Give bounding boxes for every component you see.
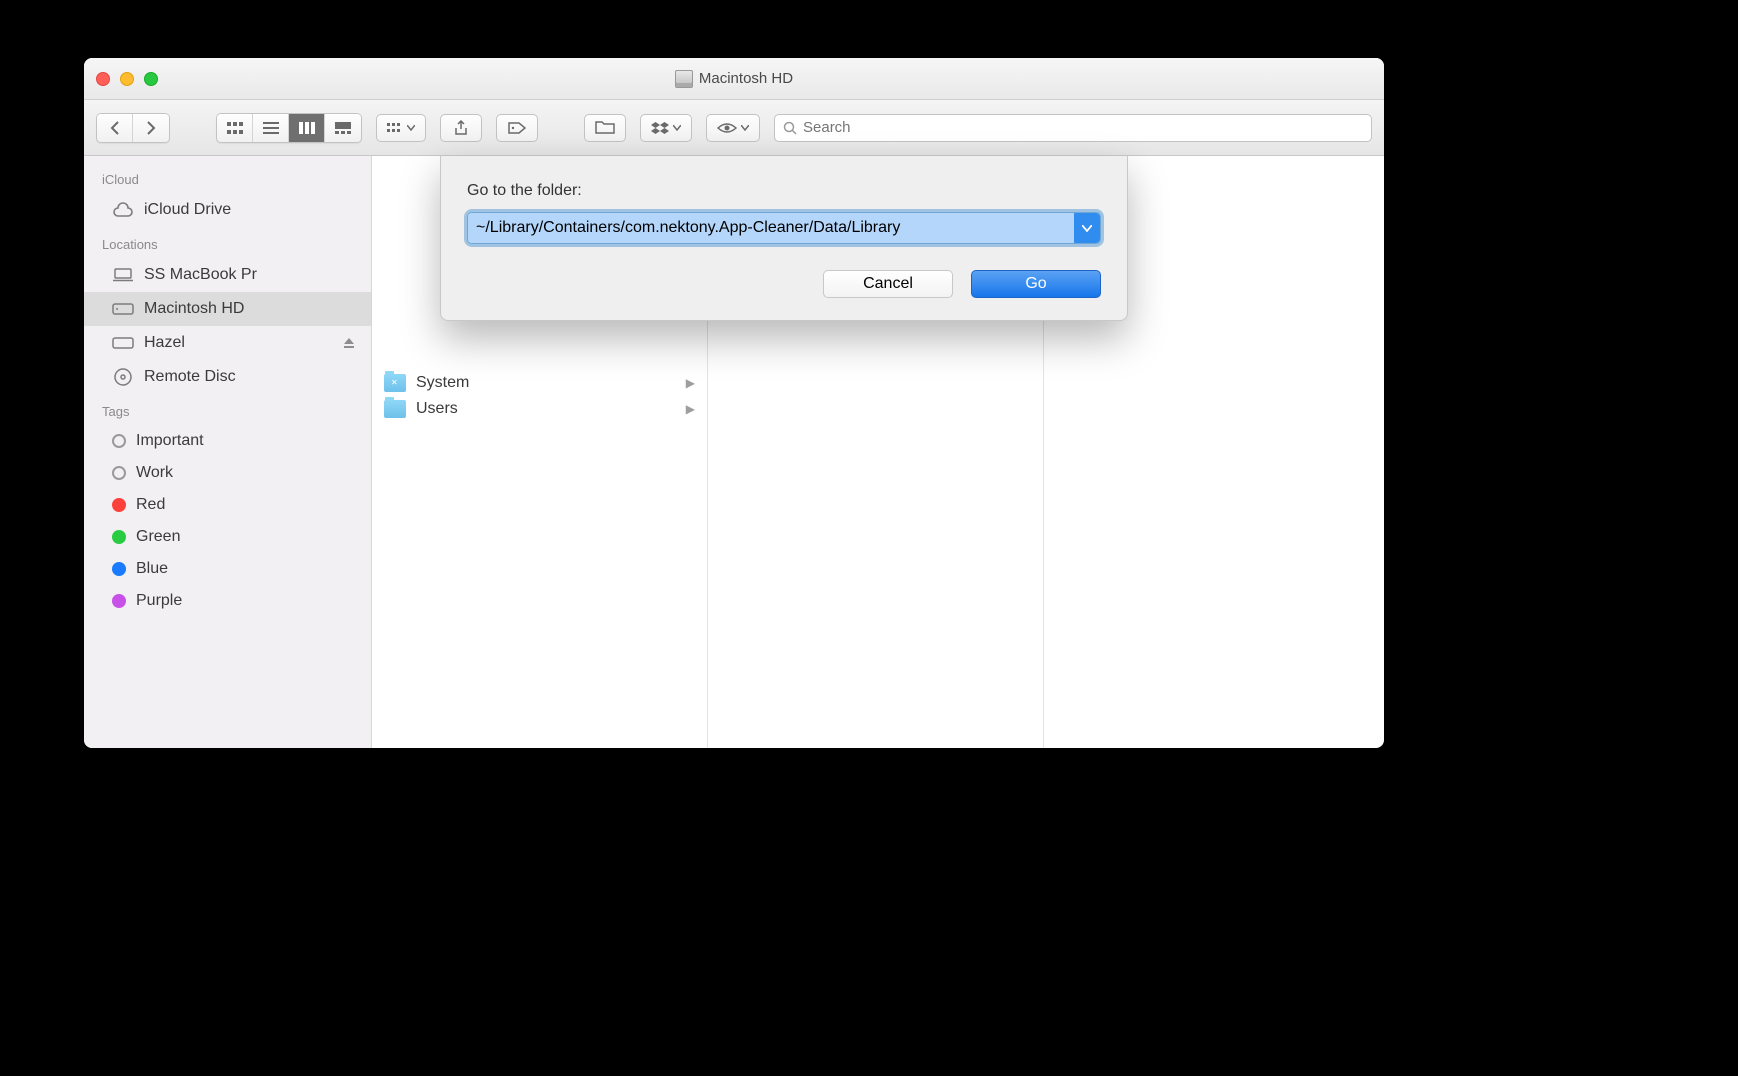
tag-purple-icon: [112, 594, 126, 608]
tag-circle-icon: [112, 434, 126, 448]
window-title: Macintosh HD: [84, 70, 1384, 88]
traffic-lights: [96, 72, 158, 86]
sidebar-item-label: Important: [136, 432, 204, 450]
folder-row-users[interactable]: Users ▶: [372, 396, 707, 422]
tag-circle-icon: [112, 466, 126, 480]
laptop-icon: [112, 265, 134, 285]
arrange-icon: [387, 123, 403, 133]
dialog-buttons: Cancel Go: [467, 270, 1101, 298]
minimize-button[interactable]: [120, 72, 134, 86]
disk-icon: [112, 299, 134, 319]
path-dropdown-button[interactable]: [1074, 213, 1100, 243]
cloud-icon: [112, 200, 134, 220]
go-to-folder-dialog: Go to the folder: Cancel Go: [440, 156, 1128, 321]
tag-blue-icon: [112, 562, 126, 576]
search-icon: [783, 121, 797, 135]
grid-icon: [227, 122, 243, 134]
arrange-button[interactable]: [376, 114, 426, 142]
window-title-text: Macintosh HD: [699, 70, 793, 87]
sidebar-item-label: Macintosh HD: [144, 300, 244, 318]
row-label: Users: [416, 400, 458, 418]
dropbox-icon: [651, 122, 669, 134]
sidebar-item-label: Red: [136, 496, 165, 514]
sidebar-tag-green[interactable]: Green: [84, 521, 371, 553]
gallery-icon: [335, 122, 351, 134]
columns-icon: [299, 122, 315, 134]
close-button[interactable]: [96, 72, 110, 86]
chevron-right-icon: ▶: [686, 402, 695, 416]
chevron-down-icon: [407, 125, 415, 131]
chevron-right-icon: ▶: [686, 376, 695, 390]
sidebar-item-hazel[interactable]: Hazel: [84, 326, 371, 360]
finder-window: Macintosh HD: [84, 58, 1384, 748]
cancel-button[interactable]: Cancel: [823, 270, 953, 298]
path-input-container: [467, 212, 1101, 244]
sidebar-item-label: Green: [136, 528, 180, 546]
disk-icon: [675, 70, 693, 88]
sidebar-item-label: Work: [136, 464, 173, 482]
search-input[interactable]: [803, 119, 1363, 136]
folder-icon: [384, 374, 406, 392]
sidebar-item-label: SS MacBook Pr: [144, 266, 257, 284]
quick-look-button[interactable]: [706, 114, 760, 142]
sidebar-tag-work[interactable]: Work: [84, 457, 371, 489]
view-list-button[interactable]: [253, 114, 289, 142]
tag-icon: [508, 122, 526, 134]
sidebar-item-icloud-drive[interactable]: iCloud Drive: [84, 193, 371, 227]
tags-button[interactable]: [496, 114, 538, 142]
sidebar-item-label: Purple: [136, 592, 182, 610]
fullscreen-button[interactable]: [144, 72, 158, 86]
new-folder-button[interactable]: [584, 114, 626, 142]
sidebar-item-label: Hazel: [144, 334, 185, 352]
view-column-button[interactable]: [289, 114, 325, 142]
sidebar-item-ss-macbook[interactable]: SS MacBook Pr: [84, 258, 371, 292]
sidebar-item-remote-disc[interactable]: Remote Disc: [84, 360, 371, 394]
search-field[interactable]: [774, 114, 1372, 142]
folder-icon: [384, 400, 406, 418]
sidebar-tag-blue[interactable]: Blue: [84, 553, 371, 585]
view-gallery-button[interactable]: [325, 114, 361, 142]
sidebar-tag-red[interactable]: Red: [84, 489, 371, 521]
eye-icon: [717, 122, 737, 134]
sidebar-item-macintosh-hd[interactable]: Macintosh HD: [84, 292, 371, 326]
share-button[interactable]: [440, 114, 482, 142]
back-button[interactable]: [97, 114, 133, 142]
sidebar-item-label: Remote Disc: [144, 368, 236, 386]
sidebar-tag-purple[interactable]: Purple: [84, 585, 371, 617]
folder-row-system[interactable]: System ▶: [372, 370, 707, 396]
folder-plus-icon: [595, 121, 615, 135]
row-label: System: [416, 374, 469, 392]
chevron-down-icon: [673, 125, 681, 131]
sidebar-tag-important[interactable]: Important: [84, 425, 371, 457]
path-input[interactable]: [468, 213, 1074, 243]
share-icon: [454, 120, 468, 136]
sidebar-item-label: iCloud Drive: [144, 201, 231, 219]
go-button[interactable]: Go: [971, 270, 1101, 298]
toolbar: [84, 100, 1384, 156]
sidebar-item-label: Blue: [136, 560, 168, 578]
chevron-down-icon: [1082, 225, 1092, 232]
dropbox-button[interactable]: [640, 114, 692, 142]
sidebar-section-locations: Locations: [84, 227, 371, 258]
list-icon: [263, 122, 279, 134]
sidebar-section-tags: Tags: [84, 394, 371, 425]
sidebar: iCloud iCloud Drive Locations SS MacBook…: [84, 156, 372, 748]
dialog-label: Go to the folder:: [467, 182, 1101, 200]
chevron-down-icon: [741, 125, 749, 131]
tag-green-icon: [112, 530, 126, 544]
disc-icon: [112, 367, 134, 387]
titlebar: Macintosh HD: [84, 58, 1384, 100]
external-disk-icon: [112, 333, 134, 353]
nav-back-forward: [96, 113, 170, 143]
tag-red-icon: [112, 498, 126, 512]
view-mode-segment: [216, 113, 362, 143]
view-icon-button[interactable]: [217, 114, 253, 142]
sidebar-section-icloud: iCloud: [84, 162, 371, 193]
eject-icon[interactable]: [343, 337, 355, 349]
forward-button[interactable]: [133, 114, 169, 142]
